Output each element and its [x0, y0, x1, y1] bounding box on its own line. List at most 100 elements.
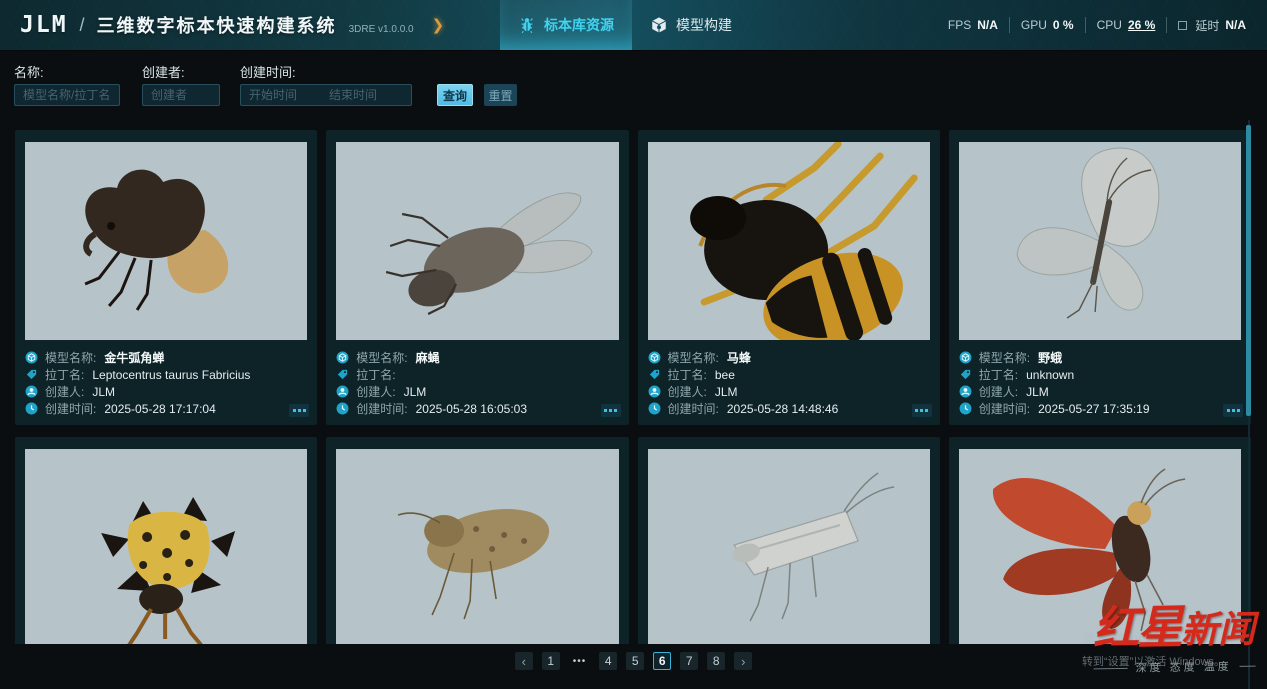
brand-separator: /	[80, 15, 85, 36]
date-range-picker[interactable]	[240, 84, 412, 106]
system-stats: FPS N/A GPU 0 % CPU 26 % 延时 N/A	[937, 0, 1257, 50]
bug-icon	[518, 16, 536, 34]
specimen-photo	[25, 449, 307, 647]
specimen-card[interactable]: 模型名称: 金牛弧角蝉 拉丁名: Leptocentrus taurus Fab…	[15, 130, 317, 425]
specimen-card[interactable]: 模型名称: 野蛾 拉丁名: unknown 创建人: JLM 创建时间: 202…	[949, 130, 1251, 425]
creator-filter-group: 创建者:	[142, 62, 220, 106]
tab-specimen-library[interactable]: 标本库资源	[500, 0, 632, 50]
tab-label: 模型构建	[676, 15, 732, 35]
user-icon	[648, 385, 661, 398]
name-filter-input[interactable]	[14, 84, 120, 106]
model-name-value: 金牛弧角蝉	[104, 349, 164, 366]
model-name-label: 模型名称:	[356, 349, 407, 366]
query-button[interactable]: 查询	[437, 84, 473, 106]
stat-label: CPU	[1097, 18, 1122, 32]
stat-gpu: GPU 0 %	[1009, 17, 1085, 33]
tag-icon	[25, 368, 38, 381]
wasp-illustration	[648, 142, 930, 340]
prev-page-button[interactable]: ‹	[515, 652, 533, 670]
chevron-right-icon: ❯	[432, 16, 445, 34]
page-button-6-active[interactable]: 6	[653, 652, 671, 670]
treehopper-illustration	[25, 142, 307, 340]
page-button-5[interactable]: 5	[626, 652, 644, 670]
pagination: ‹ 1 ••• 4 5 6 7 8 ›	[515, 652, 753, 670]
created-at-value: 2025-05-27 17:35:19	[1038, 402, 1149, 416]
tag-icon	[336, 368, 349, 381]
specimen-photo	[648, 142, 930, 340]
name-filter-group: 名称:	[14, 62, 120, 106]
specimen-photo	[336, 449, 618, 647]
created-at-label: 创建时间:	[45, 400, 96, 417]
tab-model-build[interactable]: 模型构建	[632, 0, 750, 50]
specimen-meta: 模型名称: 马蜂 拉丁名: bee 创建人: JLM 创建时间: 2025-05…	[638, 340, 940, 425]
latin-name-value: unknown	[1026, 368, 1074, 382]
logo: JLM	[20, 12, 68, 38]
specimen-photo	[336, 142, 618, 340]
reset-button[interactable]: 重置	[484, 84, 517, 106]
model-icon	[648, 351, 661, 364]
specimen-card[interactable]: 模型名称: 马蜂 拉丁名: bee 创建人: JLM 创建时间: 2025-05…	[638, 130, 940, 425]
latin-name-label: 拉丁名:	[45, 366, 84, 383]
next-page-button[interactable]: ›	[734, 652, 752, 670]
user-icon	[25, 385, 38, 398]
moth-illustration	[959, 142, 1241, 340]
specimen-meta: 模型名称: 麻蝇 拉丁名: 创建人: JLM 创建时间: 2025-05-28 …	[326, 340, 628, 425]
creator-filter-input[interactable]	[142, 84, 220, 106]
page-button-7[interactable]: 7	[680, 652, 698, 670]
end-time-input[interactable]	[321, 85, 401, 105]
tab-label: 标本库资源	[544, 15, 614, 35]
latin-name-label: 拉丁名:	[668, 366, 707, 383]
tag-icon	[648, 368, 661, 381]
more-actions-button[interactable]	[912, 404, 932, 417]
stat-fps: FPS N/A	[937, 17, 1009, 33]
fly-illustration	[336, 142, 618, 340]
created-at-label: 创建时间:	[979, 400, 1030, 417]
cube-icon	[650, 16, 668, 34]
page-button-4[interactable]: 4	[599, 652, 617, 670]
specimen-photo	[25, 142, 307, 340]
creator-label: 创建人:	[668, 383, 707, 400]
clock-icon	[25, 402, 38, 415]
model-icon	[336, 351, 349, 364]
creator-value: JLM	[1026, 385, 1049, 399]
news-brandmark: 红星新闻 深度 态度 温度	[1092, 590, 1256, 677]
model-name-value: 马蜂	[727, 349, 751, 366]
specimen-photo	[959, 142, 1241, 340]
page-button-8[interactable]: 8	[707, 652, 725, 670]
pale-moth-illustration	[648, 449, 930, 647]
page-button-1[interactable]: 1	[542, 652, 560, 670]
latin-name-value: bee	[715, 368, 735, 382]
stat-label: 延时	[1195, 17, 1219, 34]
creator-value: JLM	[404, 385, 427, 399]
specimen-meta: 模型名称: 野蛾 拉丁名: unknown 创建人: JLM 创建时间: 202…	[949, 340, 1251, 425]
specimen-card[interactable]: 模型名称: 麻蝇 拉丁名: 创建人: JLM 创建时间: 2025-05-28 …	[326, 130, 628, 425]
created-at-value: 2025-05-28 14:48:46	[727, 402, 838, 416]
nav-tabs: 标本库资源 模型构建	[500, 0, 750, 50]
pagination-ellipsis[interactable]: •••	[569, 652, 591, 670]
brandmark-tagline: 深度 态度 温度	[1093, 658, 1255, 677]
user-icon	[336, 385, 349, 398]
created-at-value: 2025-05-28 16:05:03	[416, 402, 527, 416]
more-actions-button[interactable]	[601, 404, 621, 417]
header: JLM / 三维数字标本快速构建系统 3DRE v1.0.0.0 ❯ 标本库	[0, 0, 1267, 50]
latency-icon	[1178, 21, 1187, 30]
name-filter-label: 名称:	[14, 62, 120, 81]
more-actions-button[interactable]	[289, 404, 309, 417]
created-at-value: 2025-05-28 17:17:04	[104, 402, 215, 416]
clock-icon	[648, 402, 661, 415]
brandmark-text-2: 新闻	[1181, 609, 1256, 651]
more-actions-button[interactable]	[1223, 404, 1243, 417]
time-filter-label: 创建时间:	[240, 62, 412, 81]
stat-value: N/A	[977, 18, 998, 32]
stat-value: 0 %	[1053, 18, 1074, 32]
latin-name-label: 拉丁名:	[979, 366, 1018, 383]
start-time-input[interactable]	[241, 85, 321, 105]
brand: JLM / 三维数字标本快速构建系统 3DRE v1.0.0.0 ❯	[20, 0, 444, 50]
stat-latency: 延时 N/A	[1166, 17, 1257, 33]
stat-label: GPU	[1021, 18, 1047, 32]
brown-moth-illustration	[336, 449, 618, 647]
brandmark-text-1: 红星	[1092, 601, 1181, 655]
model-name-value: 野蛾	[1038, 349, 1062, 366]
scrollbar-thumb[interactable]	[1246, 125, 1251, 416]
user-icon	[959, 385, 972, 398]
